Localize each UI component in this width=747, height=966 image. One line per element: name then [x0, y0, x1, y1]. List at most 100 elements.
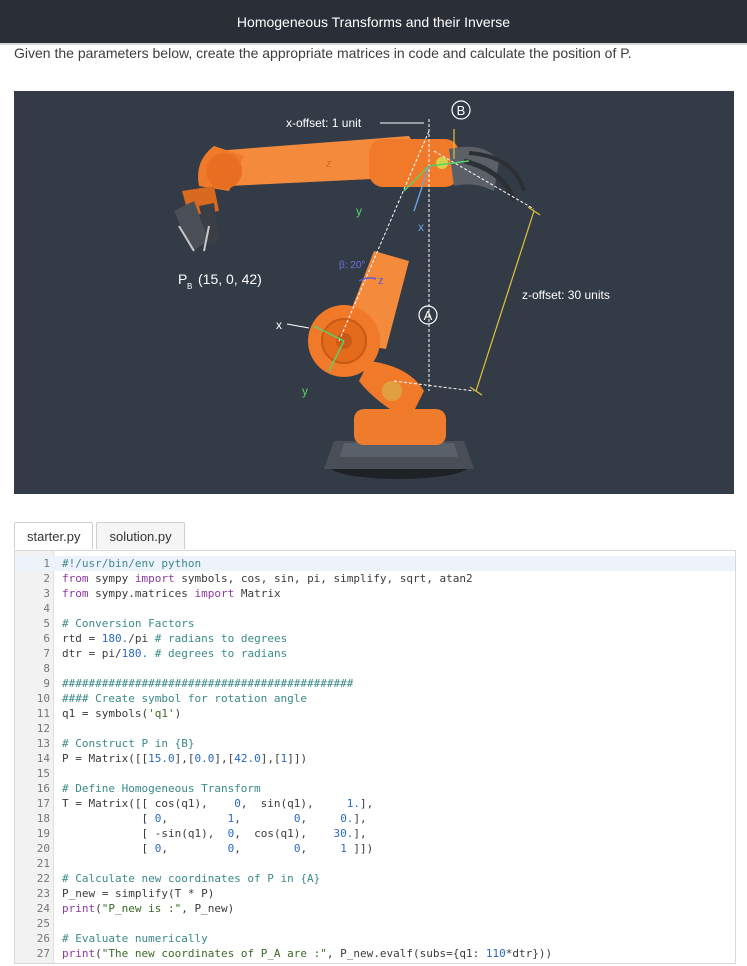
code-line[interactable]: 3 from sympy.matrices import Matrix: [15, 586, 735, 601]
robot-illustration: x-offset: 1 unit B A z y x β: 20° z x y …: [174, 100, 610, 479]
code-token: ########################################…: [62, 677, 354, 690]
code-line[interactable]: 15: [15, 766, 735, 781]
code-token: 15.0: [148, 752, 175, 765]
code-editor[interactable]: 1 #!/usr/bin/env python 2 from sympy import…: [14, 550, 736, 964]
line-source: # Calculate new coordinates of P in {A}: [62, 871, 320, 886]
code-token: sympy: [95, 572, 135, 585]
frame-a-label: A: [424, 308, 433, 323]
code-token: # radians to degrees: [154, 632, 288, 645]
tab-starter-py[interactable]: starter.py: [14, 522, 94, 549]
file-tabs: starter.py solution.py: [14, 522, 188, 550]
code-token: ,: [161, 812, 228, 825]
line-source: from sympy.matrices import Matrix: [62, 586, 281, 601]
code-token: , P_new): [181, 902, 235, 915]
line-number: 19: [36, 827, 50, 840]
line-number: 9: [43, 677, 50, 690]
lower-y-axis-label: y: [302, 384, 308, 398]
line-number: 2: [43, 572, 50, 585]
code-line[interactable]: 8: [15, 661, 735, 676]
code-line[interactable]: 9 #######################################…: [15, 676, 735, 691]
code-token: 180.: [121, 647, 149, 660]
line-number: 18: [36, 812, 50, 825]
code-line[interactable]: 12: [15, 721, 735, 736]
code-token: 1: [340, 842, 347, 855]
code-token: 1.: [346, 797, 361, 810]
code-token: #!/usr/bin/env python: [62, 557, 202, 570]
code-line[interactable]: 16 # Define Homogeneous Transform: [15, 781, 735, 796]
code-line[interactable]: 14 P = Matrix([[15.0],[0.0],[42.0],[1]]): [15, 751, 735, 766]
code-token: ]]): [287, 752, 308, 765]
lower-x-axis-label: x: [276, 318, 282, 332]
line-number: 27: [36, 947, 50, 960]
upper-y-axis-label: y: [356, 204, 362, 218]
code-line[interactable]: 21: [15, 856, 735, 871]
line-number: 10: [36, 692, 50, 705]
code-token: 0.: [340, 812, 354, 825]
code-token: [: [62, 842, 155, 855]
code-token: ,: [300, 842, 341, 855]
code-line[interactable]: 25: [15, 916, 735, 931]
code-line[interactable]: 1 #!/usr/bin/env python: [15, 556, 735, 571]
code-token: 0.0: [194, 752, 215, 765]
code-line[interactable]: 10 #### Create symbol for rotation angle: [15, 691, 735, 706]
point-p-coordinates: (15, 0, 42): [198, 271, 262, 287]
code-line[interactable]: 24 print("P_new is :", P_new): [15, 901, 735, 916]
code-line[interactable]: 6 rtd = 180./pi # radians to degrees: [15, 631, 735, 646]
code-line[interactable]: 13 # Construct P in {B}: [15, 736, 735, 751]
code-token: "P_new is :": [101, 902, 182, 915]
code-line[interactable]: 22 # Calculate new coordinates of P in {A…: [15, 871, 735, 886]
code-token: # degrees to radians: [154, 647, 288, 660]
line-number: 12: [36, 722, 50, 735]
code-token: ): [174, 707, 182, 720]
upper-x-axis-label: x: [418, 220, 424, 234]
line-number: 22: [36, 872, 50, 885]
line-number: 20: [36, 842, 50, 855]
line-source: # Construct P in {B}: [62, 736, 194, 751]
code-line[interactable]: 2 from sympy import symbols, cos, sin, pi…: [15, 571, 735, 586]
code-token: import: [134, 572, 182, 585]
code-line[interactable]: 4: [15, 601, 735, 616]
code-token: ,: [234, 812, 294, 825]
code-token: *dtr})): [505, 947, 553, 960]
code-token: dtr = pi/: [62, 647, 122, 660]
z-offset-label: z-offset: 30 units: [522, 288, 610, 302]
code-token: ]]): [346, 842, 374, 855]
code-line[interactable]: 23 P_new = simplify(T * P): [15, 886, 735, 901]
lower-z-axis-label: z: [378, 275, 384, 287]
line-source: T = Matrix([[ cos(q1), 0, sin(q1), 1.],: [62, 796, 373, 811]
line-source: [ 0, 1, 0, 0.],: [62, 811, 367, 826]
code-line[interactable]: 19 [ -sin(q1), 0, cos(q1), 30.],: [15, 826, 735, 841]
code-line[interactable]: 20 [ 0, 0, 0, 1 ]]): [15, 841, 735, 856]
code-token: sympy.matrices: [95, 587, 195, 600]
line-source: from sympy import symbols, cos, sin, pi,…: [62, 571, 473, 586]
code-token: 0: [234, 797, 241, 810]
code-line[interactable]: 7 dtr = pi/180. # degrees to radians: [15, 646, 735, 661]
code-token: import: [194, 587, 241, 600]
line-source: [ -sin(q1), 0, cos(q1), 30.],: [62, 826, 367, 841]
code-token: ],: [353, 812, 367, 825]
line-number: 5: [43, 617, 50, 630]
line-number: 16: [36, 782, 50, 795]
code-token: /pi: [128, 632, 155, 645]
code-token: ],: [353, 827, 367, 840]
code-line[interactable]: 26 # Evaluate numerically: [15, 931, 735, 946]
code-line[interactable]: 11 q1 = symbols('q1'): [15, 706, 735, 721]
tab-solution-py[interactable]: solution.py: [96, 522, 185, 549]
code-line[interactable]: 18 [ 0, 1, 0, 0.],: [15, 811, 735, 826]
robot-arm-figure: x-offset: 1 unit B A z y x β: 20° z x y …: [14, 91, 734, 494]
line-source: # Define Homogeneous Transform: [62, 781, 261, 796]
line-number: 14: [36, 752, 50, 765]
code-token: ],[: [260, 752, 281, 765]
code-token: ],: [360, 797, 374, 810]
line-source: P_new = simplify(T * P): [62, 886, 214, 901]
code-line[interactable]: 17 T = Matrix([[ cos(q1), 0, sin(q1), 1.]…: [15, 796, 735, 811]
code-token: print: [62, 902, 96, 915]
code-token: [: [62, 812, 155, 825]
code-token: from: [62, 587, 96, 600]
line-source: q1 = symbols('q1'): [62, 706, 181, 721]
code-token: 'q1': [148, 707, 175, 720]
code-line[interactable]: 27 print("The new coordinates of P_A are …: [15, 946, 735, 961]
line-number: 11: [36, 707, 50, 720]
code-line[interactable]: 5 # Conversion Factors: [15, 616, 735, 631]
